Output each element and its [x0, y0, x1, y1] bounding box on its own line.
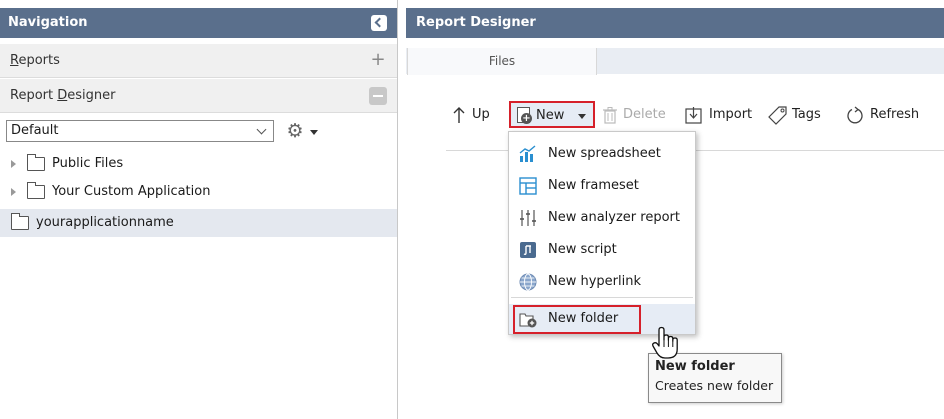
script-icon — [520, 242, 536, 258]
filter-select-value: Default — [11, 123, 59, 138]
menu-item-new-spreadsheet[interactable]: New spreadsheet — [509, 138, 695, 170]
reports-label: eports — [18, 53, 60, 68]
trash-icon — [603, 107, 617, 124]
tree-item-label: Public Files — [52, 156, 124, 171]
tags-button[interactable]: Tags — [792, 100, 821, 130]
menu-item-label: New frameset — [548, 178, 639, 193]
tab-files[interactable]: Files — [407, 48, 597, 75]
designer-label: esigner — [67, 88, 116, 103]
chevron-down-icon[interactable] — [254, 123, 270, 139]
analyzer-icon — [520, 210, 536, 226]
tree-item-label: Your Custom Application — [52, 184, 211, 199]
arrow-up-icon[interactable] — [452, 106, 466, 124]
spreadsheet-icon — [519, 145, 536, 162]
tree-item-yourapplicationname[interactable]: yourapplicationname — [0, 209, 397, 237]
menu-item-new-script[interactable]: New script — [509, 234, 695, 266]
nav-section-report-designer[interactable]: Report Designer — [0, 79, 397, 113]
tree-item-your-custom-application[interactable]: Your Custom Application — [0, 178, 397, 206]
tooltip-body: Creates new folder — [655, 378, 774, 393]
tooltip-title: New folder — [655, 359, 735, 374]
menu-item-label: New hyperlink — [548, 274, 642, 289]
report-designer-title: Report Designer — [416, 15, 536, 30]
collapse-panel-icon[interactable] — [371, 15, 387, 31]
highlight-box — [513, 305, 641, 334]
navigation-title: Navigation — [8, 15, 88, 30]
menu-item-new-hyperlink[interactable]: New hyperlink — [509, 266, 695, 298]
report-designer-header: Report Designer — [406, 8, 944, 38]
collapse-minus-icon[interactable] — [369, 87, 387, 105]
menu-item-new-frameset[interactable]: New frameset — [509, 170, 695, 202]
designer-label-prefix: Report — [10, 88, 58, 103]
import-button[interactable]: Import — [709, 100, 752, 130]
toolbar: Up New Delete Import Tags Refresh — [406, 100, 944, 130]
import-icon — [685, 107, 702, 124]
tooltip: New folder Creates new folder — [648, 353, 782, 403]
folder-icon — [27, 154, 45, 171]
folder-icon — [27, 182, 45, 199]
menu-item-label: New spreadsheet — [548, 146, 661, 161]
tree-item-label: yourapplicationname — [36, 215, 174, 230]
menu-item-label: New analyzer report — [548, 210, 680, 225]
new-document-icon — [517, 107, 532, 124]
expand-arrow-icon[interactable] — [11, 188, 16, 196]
menu-item-label: New script — [548, 242, 617, 257]
delete-button[interactable]: Delete — [623, 100, 666, 130]
frameset-icon — [519, 177, 537, 195]
tree-item-public-files[interactable]: Public Files — [0, 150, 397, 178]
filter-select[interactable]: Default — [6, 120, 274, 142]
new-button-label: New — [536, 108, 565, 123]
expand-plus-icon[interactable]: + — [369, 51, 387, 70]
menu-separator — [511, 297, 693, 298]
designer-label-accesskey: D — [57, 88, 68, 103]
panel-divider[interactable] — [397, 0, 398, 419]
folder-icon — [11, 213, 29, 230]
expand-arrow-icon[interactable] — [11, 160, 16, 168]
refresh-icon — [847, 106, 863, 124]
up-button[interactable]: Up — [472, 100, 490, 130]
tag-icon — [768, 106, 787, 125]
refresh-button[interactable]: Refresh — [870, 100, 919, 130]
tab-files-label: Files — [488, 54, 516, 68]
navigation-panel: Navigation Reports + Report Designer Def… — [0, 0, 397, 419]
gear-icon[interactable]: ⚙ — [284, 120, 306, 142]
caret-down-icon — [578, 114, 586, 119]
globe-icon — [519, 273, 537, 291]
hand-cursor-icon — [652, 326, 678, 359]
nav-section-reports[interactable]: Reports + — [0, 44, 397, 78]
navigation-header: Navigation — [0, 8, 397, 38]
caret-down-icon[interactable] — [310, 130, 318, 135]
new-button[interactable]: New — [509, 101, 595, 128]
new-dropdown-menu: New spreadsheet New frameset New analyze… — [508, 131, 696, 335]
menu-item-new-analyzer-report[interactable]: New analyzer report — [509, 202, 695, 234]
